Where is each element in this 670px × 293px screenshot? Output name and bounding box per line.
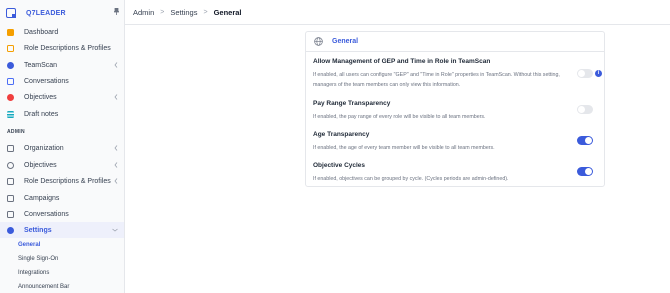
sidebar-item-label: TeamScan [24, 61, 58, 69]
toggle-knob [578, 106, 585, 113]
sidebar-item-conversations[interactable]: Conversations [0, 73, 124, 89]
setting-title: Allow Management of GEP and Time in Role… [313, 58, 491, 65]
globe-icon [314, 37, 323, 46]
chevron-down-icon [112, 228, 118, 232]
sidebar-item-label: Objectives [24, 161, 57, 169]
chevron-left-icon [114, 145, 118, 151]
sidebar-item-label: Conversations [24, 210, 69, 218]
age-transparency-toggle[interactable] [577, 136, 593, 145]
setting-title: Age Transparency [313, 131, 370, 138]
sidebar-item-label: Draft notes [24, 110, 59, 118]
brand[interactable]: Q7LEADER [0, 1, 124, 25]
brand-name: Q7LEADER [26, 9, 66, 17]
setting-pay-range-transparency: Pay Range Transparency If enabled, the p… [313, 100, 603, 122]
sidebar-item-admin-objectives[interactable]: Objectives [0, 157, 124, 173]
sidebar-item-label: Role Descriptions & Profiles [24, 44, 111, 52]
objective-cycles-toggle[interactable] [577, 167, 593, 176]
briefcase-icon [7, 177, 14, 185]
sidebar-item-organization[interactable]: Organization [0, 140, 124, 156]
sidebar-item-objectives[interactable]: Objectives [0, 89, 124, 105]
chevron-left-icon [114, 162, 118, 168]
breadcrumb: Admin > Settings > General [125, 0, 670, 25]
sidebar-item-label: Role Descriptions & Profiles [24, 177, 111, 185]
breadcrumb-general: General [213, 7, 242, 17]
chevron-left-icon [114, 62, 118, 68]
setting-description: If enabled, the age of every team member… [313, 145, 495, 151]
gep-time-in-role-toggle[interactable] [577, 69, 593, 78]
setting-age-transparency: Age Transparency If enabled, the age of … [313, 131, 603, 153]
breadcrumb-separator-icon: > [160, 8, 165, 16]
sidebar-item-label: Dashboard [24, 28, 59, 36]
pin-icon[interactable] [114, 8, 119, 15]
setting-title: Pay Range Transparency [313, 100, 391, 107]
q7leader-logo-icon [6, 8, 16, 18]
info-icon[interactable]: i [595, 70, 602, 77]
settings-sub-single-sign-on[interactable]: Single Sign-On [18, 256, 58, 262]
sidebar-item-settings[interactable]: Settings [0, 222, 124, 238]
settings-sub-general[interactable]: General [18, 242, 40, 248]
breadcrumb-separator-icon: > [203, 8, 208, 16]
settings-sub-announcement-bar[interactable]: Announcement Bar [18, 284, 69, 290]
sidebar-item-campaigns[interactable]: Campaigns [0, 190, 124, 206]
settings-sub-integrations[interactable]: Integrations [18, 270, 49, 276]
setting-description: If enabled, objectives can be grouped by… [313, 176, 509, 182]
sidebar-item-draft-notes[interactable]: Draft notes [0, 106, 124, 122]
target-icon [7, 161, 14, 169]
briefcase-icon [7, 44, 14, 52]
pay-range-transparency-toggle[interactable] [577, 105, 593, 114]
target-icon [7, 93, 14, 101]
breadcrumb-admin[interactable]: Admin [133, 8, 154, 17]
dashboard-icon [7, 28, 14, 36]
card-header: General [306, 32, 604, 52]
setting-gep-time-in-role: Allow Management of GEP and Time in Role… [313, 58, 603, 90]
sidebar-item-teamscan[interactable]: TeamScan [0, 57, 124, 73]
notes-icon [7, 110, 14, 118]
setting-objective-cycles: Objective Cycles If enabled, objectives … [313, 162, 603, 184]
setting-description: If enabled, the pay range of every role … [313, 114, 486, 120]
sidebar-item-label: Organization [24, 144, 64, 152]
general-settings-card: General Allow Management of GEP and Time… [305, 31, 605, 187]
toggle-knob [585, 168, 592, 175]
sidebar-item-label: Objectives [24, 93, 57, 101]
sidebar-item-label: Campaigns [24, 194, 60, 202]
setting-description: If enabled, all users can configure "GEP… [313, 72, 560, 89]
sidebar-item-dashboard[interactable]: Dashboard [0, 24, 124, 40]
toggle-knob [578, 70, 585, 77]
chevron-left-icon [114, 178, 118, 184]
sidebar-item-label: Conversations [24, 77, 69, 85]
chevron-left-icon [114, 94, 118, 100]
setting-title: Objective Cycles [313, 162, 366, 169]
teamscan-icon [7, 61, 14, 69]
gear-icon [7, 226, 14, 234]
sidebar: Q7LEADER Dashboard Role Descriptions & P… [0, 0, 125, 293]
card-title: General [332, 38, 359, 45]
sidebar-item-admin-conversations[interactable]: Conversations [0, 206, 124, 222]
sidebar-item-label: Settings [24, 226, 52, 234]
admin-section-label: ADMIN [7, 129, 25, 135]
toggle-knob [585, 137, 592, 144]
sidebar-item-role-descriptions[interactable]: Role Descriptions & Profiles [0, 40, 124, 56]
calendar-icon [7, 194, 14, 202]
chat-icon [7, 77, 14, 85]
breadcrumb-settings[interactable]: Settings [170, 8, 197, 17]
chat-icon [7, 210, 14, 218]
sidebar-item-admin-role-descriptions[interactable]: Role Descriptions & Profiles [0, 173, 124, 189]
organization-icon [7, 144, 14, 152]
